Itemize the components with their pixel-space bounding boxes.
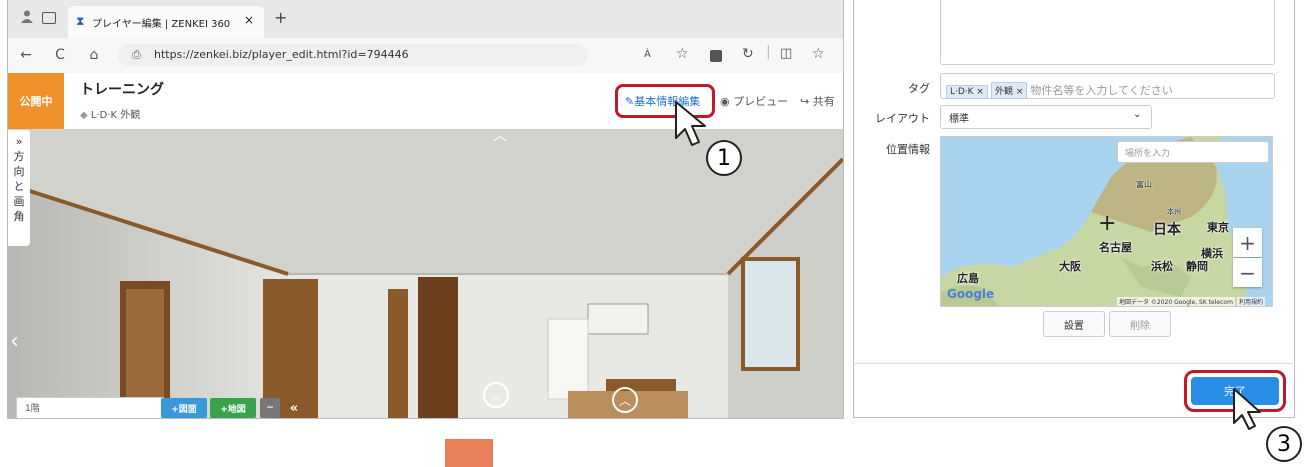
map-label: 大阪 xyxy=(1059,260,1081,273)
pan-left-icon[interactable]: ‹ xyxy=(10,329,19,354)
footer-divider xyxy=(853,363,1295,364)
remove-button[interactable]: − xyxy=(260,398,280,418)
location-map[interactable]: 場所を入力 + 富山 本州 日本 東京 名古屋 横浜 大阪 浜松 静岡 広島 G… xyxy=(940,136,1273,307)
hotspot-arrow-icon[interactable]: ︿ xyxy=(483,382,509,408)
side-panel-char: 画 xyxy=(13,195,25,208)
map-label: 広島 xyxy=(957,272,979,285)
add-plan-button[interactable]: +図面 xyxy=(161,398,207,418)
pencil-icon: ✎ xyxy=(625,95,635,108)
tag-line-text: L·D·K 外観 xyxy=(90,110,141,121)
tag-icon: ◆ xyxy=(80,110,91,121)
map-search-input[interactable]: 場所を入力 xyxy=(1117,141,1269,163)
preview-link[interactable]: ◉ プレビュー xyxy=(720,93,788,109)
status-badge: 公開中 xyxy=(8,73,64,129)
map-label: 本州 xyxy=(1167,208,1181,216)
browser-tab[interactable]: ⧗ プレイヤー編集 | ZENKEI 360 × xyxy=(68,6,264,38)
map-terms-link[interactable]: 利用規約 xyxy=(1237,297,1266,306)
tag-placeholder: 物件名等を入力してください xyxy=(1030,84,1173,97)
side-panel-char: 角 xyxy=(13,210,25,223)
description-textarea[interactable] xyxy=(940,0,1275,65)
map-label: 富山 xyxy=(1136,180,1152,189)
extension-icon[interactable] xyxy=(710,50,722,62)
layout-select[interactable]: 標準 ⌄ xyxy=(940,105,1152,129)
tab-close-icon[interactable]: × xyxy=(244,13,254,27)
chevron-down-icon: ⌄ xyxy=(1133,109,1142,120)
browser-window: ⧗ プレイヤー編集 | ZENKEI 360 × + ← C ⌂ ⎙ https… xyxy=(7,0,844,419)
tag-chip[interactable]: L·D·K × xyxy=(946,85,988,99)
view-angle-panel[interactable]: » 方 向 と 画 角 xyxy=(8,130,30,246)
side-panel-char: 方 xyxy=(13,150,25,163)
tag-line: ◆ L·D·K 外観 xyxy=(80,106,140,121)
profile-icon[interactable] xyxy=(18,8,36,30)
zoom-out-button[interactable]: − xyxy=(1233,258,1262,287)
tag-label: タグ xyxy=(908,82,930,95)
step-callout-3: 3 xyxy=(1266,426,1302,462)
location-label: 位置情報 xyxy=(886,143,930,156)
map-label: 日本 xyxy=(1153,222,1181,238)
address-bar-row: ← C ⌂ ⎙ https://zenkei.biz/player_edit.h… xyxy=(8,38,843,74)
expand-icon: » xyxy=(15,135,23,148)
hotspot-arrow-icon[interactable]: ︿ xyxy=(612,387,638,413)
map-label: 浜松 xyxy=(1151,260,1173,273)
floor-select[interactable]: 1階 xyxy=(16,397,164,418)
set-location-button[interactable]: 設置 xyxy=(1043,311,1105,337)
layout-value: 標準 xyxy=(949,114,969,125)
share-link[interactable]: ↪ 共有 xyxy=(800,93,835,109)
split-screen-icon[interactable]: ◫ xyxy=(780,46,792,61)
collections-icon[interactable]: ↻ xyxy=(742,46,754,62)
favorite-star-icon[interactable]: ☆ xyxy=(676,46,689,62)
share-icon: ↪ xyxy=(800,95,813,108)
side-panel-char: と xyxy=(13,180,25,193)
map-label: 静岡 xyxy=(1186,260,1208,273)
url-text: https://zenkei.biz/player_edit.html?id=7… xyxy=(154,48,409,61)
tab-title: プレイヤー編集 | ZENKEI 360 xyxy=(92,19,231,30)
mouse-cursor-icon xyxy=(1233,388,1261,430)
tag-input[interactable]: L·D·K × 外観 × 物件名等を入力してください xyxy=(940,73,1275,99)
tab-bar: ⧗ プレイヤー編集 | ZENKEI 360 × + xyxy=(8,0,843,38)
lock-icon: ⎙ xyxy=(132,48,141,61)
reload-icon[interactable]: C xyxy=(50,44,70,66)
map-search-placeholder: 場所を入力 xyxy=(1125,149,1171,159)
pan-up-icon[interactable]: ︿ xyxy=(493,129,507,145)
map-credit: 地図データ ©2020 Google, SK telecom xyxy=(1117,297,1235,306)
crosshair-icon: + xyxy=(1098,211,1117,236)
tab-actions-icon[interactable] xyxy=(42,12,56,24)
back-icon[interactable]: ← xyxy=(16,44,36,66)
favorites-icon[interactable]: ☆ xyxy=(812,46,825,62)
layout-label: レイアウト xyxy=(875,112,930,125)
preview-label: プレビュー xyxy=(733,95,789,108)
home-icon[interactable]: ⌂ xyxy=(84,44,104,66)
map-label: 名古屋 xyxy=(1099,241,1132,254)
step-callout-1: 1 xyxy=(706,140,742,176)
map-label: 東京 xyxy=(1207,221,1229,234)
read-aloud-icon[interactable]: À xyxy=(644,49,651,60)
url-field[interactable]: ⎙ https://zenkei.biz/player_edit.html?id… xyxy=(118,44,588,66)
toolbar-divider: | xyxy=(766,44,771,60)
tag-chip[interactable]: 外観 × xyxy=(990,82,1028,99)
scroll-marker xyxy=(445,439,493,467)
favicon-icon: ⧗ xyxy=(76,14,85,28)
zoom-in-button[interactable]: + xyxy=(1233,228,1262,257)
side-panel-char: 向 xyxy=(13,165,25,178)
add-map-button[interactable]: +地図 xyxy=(210,398,256,418)
google-logo: Google xyxy=(947,287,995,301)
collapse-icon[interactable]: « xyxy=(284,398,304,418)
delete-location-button[interactable]: 削除 xyxy=(1109,311,1171,337)
page-title: トレーニング xyxy=(80,82,164,98)
new-tab-icon[interactable]: + xyxy=(274,8,287,27)
share-label: 共有 xyxy=(812,95,835,108)
